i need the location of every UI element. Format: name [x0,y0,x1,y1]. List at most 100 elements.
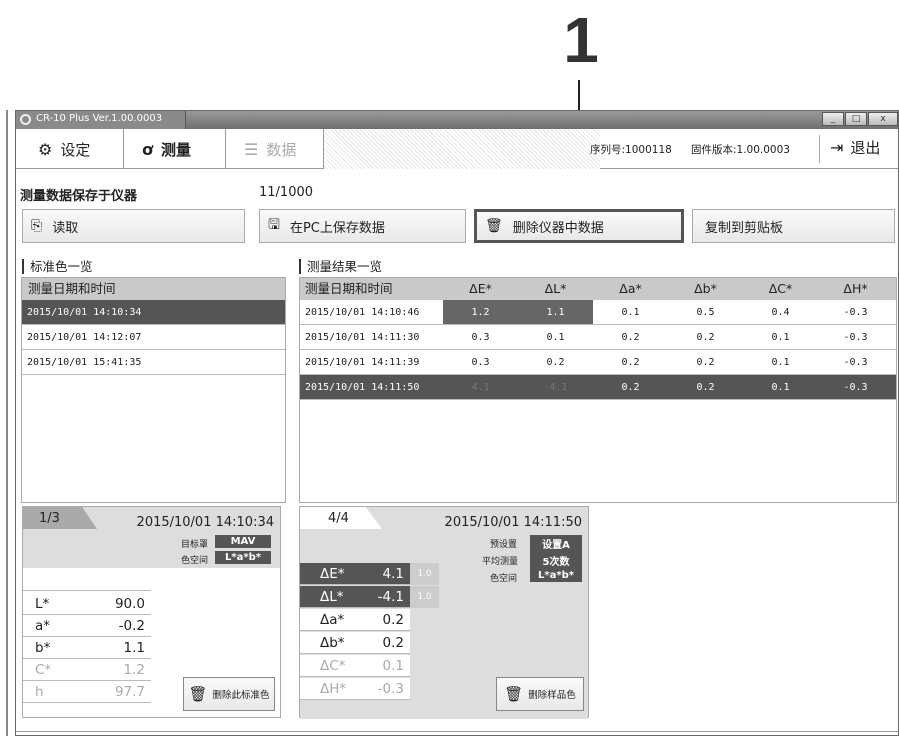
delta-name: ΔH* [320,681,347,697]
sample-detail-card: 4/4 2015/10/01 14:11:50 预设置 设置A 平均测量 5次数… [299,506,589,719]
table-cell: 4.1 [471,382,490,393]
delta-row: ΔC* 0.1 [300,655,410,677]
value-row: a* -0.2 [23,615,151,637]
trash-icon: 🗑 [485,218,503,234]
read-icon: ⎘ [31,218,43,234]
table-cell: 1.1 [518,300,593,324]
value-number: 1.2 [123,662,145,678]
tab-data-label: 数据 [266,140,297,159]
value-name: b* [35,640,51,656]
copy-clipboard-label: 复制到剪贴板 [705,220,784,236]
column-header: Δb* [694,281,717,296]
table-cell: -0.3 [843,357,868,368]
spacer-row [23,568,151,591]
table-cell: 0.1 [771,332,790,343]
table-cell: 0.2 [546,357,565,368]
read-button[interactable]: ⎘ 读取 [22,209,245,243]
minimize-button[interactable]: _ [822,112,844,126]
delta-row: ΔH* -0.3 [300,678,410,700]
value-number: 1.1 [123,640,145,656]
results-header: 测量日期和时间 ΔE* ΔL* Δa* Δb* ΔC* ΔH* [300,278,896,300]
target-badge: MAV [215,535,271,548]
color-space-badge: L*a*b* [530,569,582,582]
delta-value: -4.1 [377,589,404,605]
app-icon [20,114,31,125]
delete-sample-button[interactable]: 🗑 删除样品色 [496,677,584,711]
delete-device-data-button[interactable]: 🗑 删除仪器中数据 [474,209,684,243]
target-label: 目标罩 [181,540,209,550]
avg-badge: 5次数 [530,552,582,569]
results-title: 测量结果一览 [299,259,382,274]
tab-measure[interactable]: ơ 测量 [124,129,226,169]
column-header: ΔH* [843,281,868,296]
delta-row: ΔE* 4.1 [300,563,410,585]
column-header: 测量日期和时间 [305,281,393,296]
table-cell: 2015/10/01 14:10:46 [305,307,420,318]
delta-name: ΔC* [320,658,346,674]
delta-name: ΔL* [320,589,344,605]
sample-index: 4/4 [328,511,349,526]
table-cell: 0.5 [696,307,715,318]
table-cell: 0.2 [621,357,640,368]
save-to-pc-label: 在PC上保存数据 [289,220,385,236]
table-cell: 0.1 [771,382,790,393]
storage-count: 11/1000 [259,185,314,200]
serial-number: 序列号:1000118 [590,144,672,156]
tab-settings[interactable]: ⚙ 设定 [24,129,124,169]
list-item[interactable]: 2015/10/01 15:41:35 [22,350,285,375]
value-name: L* [35,596,50,612]
divider [819,135,820,163]
exit-button[interactable]: ⇥ 退出 [830,137,880,158]
value-row: h 97.7 [23,681,151,703]
delta-value: 0.2 [382,635,404,651]
delete-standard-button[interactable]: 🗑 删除此标准色 [183,677,275,711]
save-icon: 🖫 [268,217,280,233]
table-row[interactable]: 2015/10/01 14:11:30 0.3 0.1 0.2 0.2 0.1 … [300,325,896,350]
value-number: 97.7 [114,684,145,700]
table-cell: 0.3 [471,332,490,343]
window-controls: _ □ x [821,112,898,126]
measure-icon: ơ [142,139,153,159]
close-button[interactable]: x [868,112,898,126]
standards-header: 测量日期和时间 [22,278,285,300]
table-cell: 0.2 [621,382,640,393]
delta-value: 0.2 [382,612,404,628]
title-bar: CR-10 Plus Ver.1.00.0003 _ □ x [16,111,898,129]
table-cell: 0.2 [621,332,640,343]
firmware-version: 固件版本:1.00.0003 [691,144,790,156]
table-cell: 0.2 [696,382,715,393]
table-cell: 0.4 [771,307,790,318]
value-number: -0.2 [118,618,145,634]
tab-bar-filler [324,129,600,169]
exit-label: 退出 [850,139,881,157]
table-row[interactable]: 2015/10/01 14:10:46 1.2 1.1 0.1 0.5 0.4 … [300,300,896,325]
save-to-pc-button[interactable]: 🖫 在PC上保存数据 [259,209,466,243]
window-title: CR-10 Plus Ver.1.00.0003 [36,113,163,124]
table-cell: 2015/10/01 14:11:30 [305,332,420,343]
delete-device-data-label: 删除仪器中数据 [512,220,604,236]
table-cell: -0.3 [843,307,868,318]
maximize-button[interactable]: □ [845,112,867,126]
table-cell: 0.1 [546,332,565,343]
tab-data[interactable]: ☰ 数据 [226,129,324,169]
read-label: 读取 [52,220,79,236]
delta-name: Δa* [320,612,345,628]
table-cell: 0.1 [621,307,640,318]
table-cell: 0.1 [771,357,790,368]
list-item[interactable]: 2015/10/01 14:10:34 [22,300,285,325]
color-space-badge: L*a*b* [215,551,271,564]
delta-row: Δb* 0.2 [300,632,410,654]
delete-sample-label: 删除样品色 [528,690,576,701]
table-cell: 0.2 [696,357,715,368]
copy-clipboard-button[interactable]: 复制到剪贴板 [692,209,895,243]
table-row[interactable]: 2015/10/01 14:11:50 4.1 -4.1 0.2 0.2 0.1… [300,375,896,400]
list-item[interactable]: 2015/10/01 14:12:07 [22,325,285,350]
column-header: Δa* [619,281,642,296]
table-row[interactable]: 2015/10/01 14:11:39 0.3 0.2 0.2 0.2 0.1 … [300,350,896,375]
preset-label: 预设置 [490,540,518,550]
column-header: ΔC* [768,281,793,296]
table-cell: 1.2 [443,300,518,324]
status-divider [16,731,898,732]
storage-label: 测量数据保存于仪器 [20,189,138,204]
table-cell: 0.2 [696,332,715,343]
